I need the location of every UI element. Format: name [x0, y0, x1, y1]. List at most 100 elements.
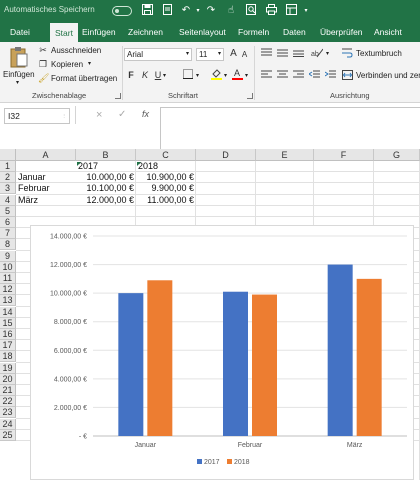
- tab-seitenlayout[interactable]: Seitenlayout: [175, 23, 230, 42]
- row-header-20[interactable]: 20: [0, 373, 16, 385]
- row-header-18[interactable]: 18: [0, 351, 16, 363]
- row-header-6[interactable]: 6: [0, 217, 16, 228]
- increase-indent-icon[interactable]: [324, 70, 336, 81]
- row-header-12[interactable]: 12: [0, 284, 16, 296]
- row-header-2[interactable]: 2: [0, 172, 16, 184]
- column-header-e[interactable]: E: [256, 149, 314, 161]
- cell-a2[interactable]: Januar: [16, 172, 76, 183]
- underline-button[interactable]: U: [153, 70, 163, 80]
- cell-c4[interactable]: 11.000,00 €: [136, 195, 196, 206]
- cell-b2[interactable]: 10.000,00 €: [76, 172, 136, 183]
- font-size-dropdown-icon[interactable]: ▾: [218, 50, 221, 57]
- cell-a4[interactable]: März: [16, 195, 76, 206]
- align-middle-icon[interactable]: [276, 48, 288, 59]
- search-preview-icon[interactable]: [244, 4, 258, 18]
- form-icon[interactable]: [284, 4, 298, 18]
- column-header-b[interactable]: B: [76, 149, 136, 161]
- format-painter-button[interactable]: 🖌 Format übertragen: [38, 73, 117, 85]
- tab-zeichnen[interactable]: Zeichnen: [124, 23, 167, 42]
- row-header-17[interactable]: 17: [0, 340, 16, 352]
- row-header-7[interactable]: 7: [0, 228, 16, 240]
- tab-datei[interactable]: Datei: [6, 23, 34, 42]
- column-header-c[interactable]: C: [136, 149, 196, 161]
- font-name-dropdown-icon[interactable]: ▾: [186, 50, 189, 57]
- column-header-d[interactable]: D: [196, 149, 256, 161]
- cell-c1[interactable]: 2018: [136, 161, 196, 172]
- formula-input[interactable]: [160, 107, 420, 149]
- enter-icon[interactable]: ✓: [118, 109, 126, 120]
- merge-center-button[interactable]: Verbinden und zen: [340, 70, 420, 82]
- save-icon[interactable]: [140, 4, 154, 18]
- font-launcher-icon[interactable]: [247, 93, 253, 99]
- copy-button[interactable]: ❐ Kopieren ▾: [38, 59, 112, 71]
- cell-c3[interactable]: 9.900,00 €: [136, 183, 196, 194]
- decrease-indent-icon[interactable]: [307, 70, 320, 81]
- cell-b4[interactable]: 12.000,00 €: [76, 195, 136, 206]
- row-header-16[interactable]: 16: [0, 329, 16, 340]
- shrink-font-icon[interactable]: A: [240, 50, 249, 59]
- row-header-24[interactable]: 24: [0, 418, 16, 430]
- borders-icon[interactable]: [182, 69, 194, 81]
- row-header-4[interactable]: 4: [0, 194, 16, 206]
- tab-ueberpruefen[interactable]: Überprüfen: [316, 23, 367, 42]
- row-header-11[interactable]: 11: [0, 273, 16, 284]
- fill-color-dropdown-icon[interactable]: ▾: [224, 72, 227, 79]
- column-header-a[interactable]: A: [16, 149, 76, 161]
- orientation-dropdown-icon[interactable]: ▾: [326, 50, 329, 57]
- row-header-13[interactable]: 13: [0, 295, 16, 307]
- cut-button[interactable]: ✂ Ausschneiden: [38, 45, 112, 57]
- align-center-icon[interactable]: [276, 70, 288, 81]
- row-header-19[interactable]: 19: [0, 362, 16, 374]
- redo-icon[interactable]: ↷: [204, 4, 218, 18]
- align-top-icon[interactable]: [260, 48, 272, 59]
- cell-b3[interactable]: 10.100,00 €: [76, 183, 136, 194]
- autosave-toggle[interactable]: [112, 6, 132, 16]
- row-header-21[interactable]: 21: [0, 385, 16, 396]
- tab-daten[interactable]: Daten: [279, 23, 310, 42]
- align-left-icon[interactable]: [260, 70, 272, 81]
- cell-b1[interactable]: 2017: [76, 161, 136, 172]
- grow-font-icon[interactable]: A: [228, 48, 239, 59]
- column-chart[interactable]: - € 2.000,00 € 4.000,00 € 6.000,00 € 8.000,0…: [30, 225, 414, 480]
- undo-dropdown-icon[interactable]: ▾: [194, 4, 202, 18]
- align-bottom-icon[interactable]: [292, 48, 304, 59]
- row-header-22[interactable]: 22: [0, 396, 16, 408]
- paste-button[interactable]: Einfügen ▾: [3, 45, 35, 87]
- touch-mode-icon[interactable]: ☝: [224, 4, 238, 18]
- font-color-icon[interactable]: A: [232, 68, 243, 82]
- row-header-14[interactable]: 14: [0, 306, 16, 318]
- row-header-5[interactable]: 5: [0, 205, 16, 217]
- orientation-icon[interactable]: ab: [310, 47, 324, 60]
- name-box[interactable]: I32: [4, 108, 70, 124]
- fill-color-icon[interactable]: [210, 68, 222, 82]
- row-header-8[interactable]: 8: [0, 239, 16, 251]
- insert-function-icon[interactable]: fx: [142, 109, 149, 119]
- tab-ansicht[interactable]: Ansicht: [370, 23, 406, 42]
- row-header-15[interactable]: 15: [0, 317, 16, 329]
- align-right-icon[interactable]: [292, 70, 304, 81]
- wrap-text-button[interactable]: Textumbruch: [340, 48, 420, 60]
- cell-c2[interactable]: 10.900,00 €: [136, 172, 196, 183]
- font-name-select[interactable]: Arial: [124, 48, 192, 61]
- name-box-grip-icon[interactable]: ⋮: [62, 113, 66, 118]
- worksheet-grid[interactable]: ABCDEFG 1 2 3 4 5 6 7 8 9 10 11 12 13 14 15 16 17 18 19 20 2…: [0, 149, 420, 480]
- tab-einfuegen[interactable]: Einfügen: [78, 23, 120, 42]
- row-header-25[interactable]: 25: [0, 429, 16, 441]
- row-header-10[interactable]: 10: [0, 261, 16, 273]
- column-header-g[interactable]: G: [374, 149, 420, 161]
- clipboard-launcher-icon[interactable]: [115, 93, 121, 99]
- cancel-icon[interactable]: ×: [96, 109, 102, 121]
- row-header-23[interactable]: 23: [0, 407, 16, 419]
- row-header-1[interactable]: 1: [0, 161, 16, 172]
- print-preview-icon[interactable]: [160, 4, 174, 18]
- bold-button[interactable]: F: [126, 70, 136, 80]
- row-header-9[interactable]: 9: [0, 250, 16, 262]
- borders-dropdown-icon[interactable]: ▾: [196, 72, 199, 79]
- print-icon[interactable]: [264, 4, 278, 18]
- underline-dropdown-icon[interactable]: ▾: [163, 72, 166, 79]
- cell-a3[interactable]: Februar: [16, 183, 76, 194]
- italic-button[interactable]: K: [140, 70, 150, 80]
- customize-qat-icon[interactable]: ▾: [302, 4, 310, 18]
- tab-formeln[interactable]: Formeln: [234, 23, 273, 42]
- row-header-3[interactable]: 3: [0, 183, 16, 195]
